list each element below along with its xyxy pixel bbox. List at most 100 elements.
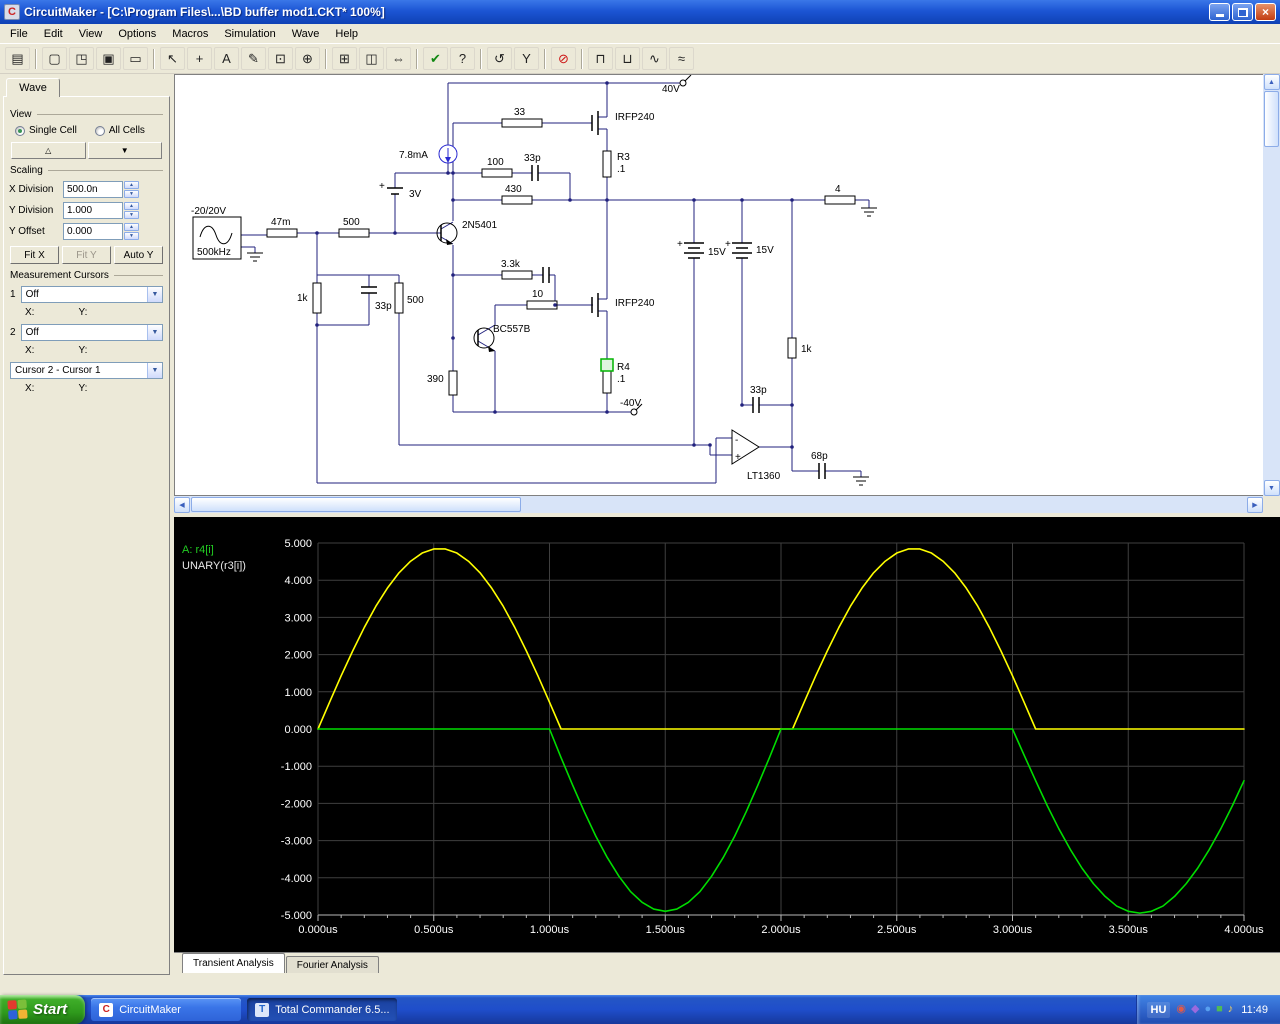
spin-up-button[interactable]: ▲ <box>124 181 139 189</box>
text-tool-button[interactable]: A <box>214 47 239 70</box>
close-button[interactable]: × <box>1255 3 1276 21</box>
restore-button[interactable] <box>1232 3 1253 21</box>
y-tick-label: 5.000 <box>284 538 312 550</box>
schematic-label: 40V <box>662 84 680 95</box>
schematic-canvas[interactable]: -20/20V 500kHz 47m 500 7.8mA 3V +1k 33p 500 2N540… <box>175 75 1263 495</box>
rotate-button[interactable]: ↺ <box>487 47 512 70</box>
previous-cell-button[interactable]: △ <box>11 142 86 159</box>
scroll-down-button[interactable]: ▼ <box>1263 480 1280 496</box>
ground-symbols <box>247 207 877 486</box>
y-tick-label: 0.000 <box>284 724 312 736</box>
tab-transient-analysis[interactable]: Transient Analysis <box>182 953 285 973</box>
menu-file[interactable]: File <box>2 25 36 43</box>
horizontal-scroll-thumb[interactable] <box>191 497 521 512</box>
tab-wave[interactable]: Wave <box>6 78 60 97</box>
spin-up-icon: ▲ <box>129 202 134 209</box>
probe-button[interactable]: Y <box>514 47 539 70</box>
waveform-plot[interactable]: 5.000 4.000 3.000 2.000 1.000 0.000 -1.000 -2.0… <box>174 517 1280 945</box>
spin-down-button[interactable]: ▼ <box>124 190 139 198</box>
y-tick-label: 3.000 <box>284 612 312 624</box>
spin-up-button[interactable]: ▲ <box>124 202 139 210</box>
analysis-tabs: Transient Analysis Fourier Analysis <box>174 952 1280 973</box>
capacitor-plates <box>361 165 826 479</box>
menu-edit[interactable]: Edit <box>36 25 71 43</box>
minimize-button[interactable] <box>1209 3 1230 21</box>
schematic-labels: -20/20V 500kHz 47m 500 7.8mA 3V +1k 33p 500 2N540… <box>191 84 841 482</box>
schematic-horizontal-scrollbar[interactable]: ◀ ▶ <box>174 496 1280 513</box>
stop-button[interactable]: ⊘ <box>551 47 576 70</box>
fit-x-button[interactable]: Fit X <box>10 246 59 264</box>
signal-generator-button[interactable]: ∿ <box>642 47 667 70</box>
vertical-scroll-thumb[interactable] <box>1264 91 1279 147</box>
fit-to-page-button[interactable]: ◫ <box>359 47 384 70</box>
spin-up-button[interactable]: ▲ <box>124 223 139 231</box>
tray-icon-red[interactable]: ◉ <box>1176 1004 1186 1015</box>
y-offset-input[interactable]: 0.000 <box>63 223 123 240</box>
taskbar-item-circuitmaker[interactable]: C CircuitMaker <box>91 998 242 1021</box>
next-cell-button[interactable]: ▼ <box>87 142 162 159</box>
menu-wave[interactable]: Wave <box>284 25 328 43</box>
help-button[interactable]: ? <box>450 47 475 70</box>
chevron-down-icon[interactable]: ▼ <box>147 325 162 340</box>
spin-down-button[interactable]: ▼ <box>124 232 139 240</box>
open-file-button[interactable]: ◳ <box>69 47 94 70</box>
menu-simulation[interactable]: Simulation <box>216 25 283 43</box>
cursor1-select[interactable]: Off ▼ <box>20 286 163 303</box>
scroll-left-button[interactable]: ◀ <box>174 496 190 513</box>
scroll-down-icon: ▼ <box>1268 484 1275 492</box>
cursor1-x-label: X: <box>25 307 35 318</box>
new-file-button[interactable]: ▢ <box>42 47 67 70</box>
menu-macros[interactable]: Macros <box>164 25 216 43</box>
spin-down-button[interactable]: ▼ <box>124 211 139 219</box>
waveform-area[interactable]: 5.000 4.000 3.000 2.000 1.000 0.000 -1.000 -2.0… <box>174 517 1280 952</box>
menu-view[interactable]: View <box>71 25 111 43</box>
check-run-button[interactable]: ✔ <box>423 47 448 70</box>
pan-button[interactable]: ⇔ <box>386 47 411 70</box>
digital-pulser-button[interactable]: ⊓ <box>588 47 613 70</box>
tray-icon-green[interactable]: ■ <box>1216 1004 1223 1015</box>
cursor-diff-xy-row: X: Y: <box>9 383 164 394</box>
cursor-diff-select[interactable]: Cursor 2 - Cursor 1 ▼ <box>10 362 163 379</box>
volume-icon[interactable]: ♪ <box>1228 1004 1234 1015</box>
place-part-button[interactable]: + <box>187 47 212 70</box>
taskbar-item-total-commander[interactable]: T Total Commander 6.5... <box>247 998 398 1021</box>
stop-icon: ⊘ <box>558 50 569 66</box>
find-part-button[interactable]: ⊞ <box>332 47 357 70</box>
menu-options[interactable]: Options <box>110 25 164 43</box>
auto-y-button[interactable]: Auto Y <box>114 246 163 264</box>
scroll-up-button[interactable]: ▲ <box>1263 74 1280 90</box>
x-division-input[interactable]: 500.0n <box>63 181 123 198</box>
data-sequencer-button[interactable]: ⊔ <box>615 47 640 70</box>
chevron-down-icon[interactable]: ▼ <box>147 287 162 302</box>
toolbar-separator <box>416 48 418 69</box>
restore-icon <box>1237 7 1248 17</box>
chevron-down-icon[interactable]: ▼ <box>147 363 162 378</box>
parts-browser-button[interactable]: ▤ <box>5 47 30 70</box>
cursor2-select[interactable]: Off ▼ <box>20 324 163 341</box>
select-tool-button[interactable]: ↖ <box>160 47 185 70</box>
zoom-window-button[interactable]: ⊡ <box>268 47 293 70</box>
tray-icon-purple[interactable]: ◆ <box>1191 1004 1199 1015</box>
waveforms-button[interactable]: ≈ <box>669 47 694 70</box>
probe-marker-r4[interactable] <box>600 358 614 372</box>
toolbar-separator <box>480 48 482 69</box>
tab-fourier-analysis[interactable]: Fourier Analysis <box>285 956 379 973</box>
schematic-vertical-scrollbar[interactable]: ▲ ▼ <box>1263 74 1280 496</box>
menu-help[interactable]: Help <box>327 25 366 43</box>
cursor1-y-label: Y: <box>78 307 88 318</box>
tray-icon-blue[interactable]: ● <box>1204 1004 1211 1015</box>
zoom-tool-button[interactable]: ⊕ <box>295 47 320 70</box>
schematic-viewport[interactable]: -20/20V 500kHz 47m 500 7.8mA 3V +1k 33p 500 2N540… <box>174 74 1263 496</box>
print-button[interactable]: ▭ <box>123 47 148 70</box>
save-file-button[interactable]: ▣ <box>96 47 121 70</box>
single-cell-radio[interactable] <box>15 125 25 136</box>
y-division-input[interactable]: 1.000 <box>63 202 123 219</box>
all-cells-radio[interactable] <box>94 125 105 136</box>
cell-nav-row: △ ▼ <box>11 142 162 159</box>
language-indicator[interactable]: HU <box>1146 1001 1171 1018</box>
start-button[interactable]: Start <box>0 995 86 1024</box>
work-area: Wave View Single Cell All Cells △ ▼ Scal… <box>0 74 1280 995</box>
resistor-10 <box>526 300 558 310</box>
scroll-right-button[interactable]: ▶ <box>1247 496 1263 513</box>
edit-tool-button[interactable]: ✎ <box>241 47 266 70</box>
